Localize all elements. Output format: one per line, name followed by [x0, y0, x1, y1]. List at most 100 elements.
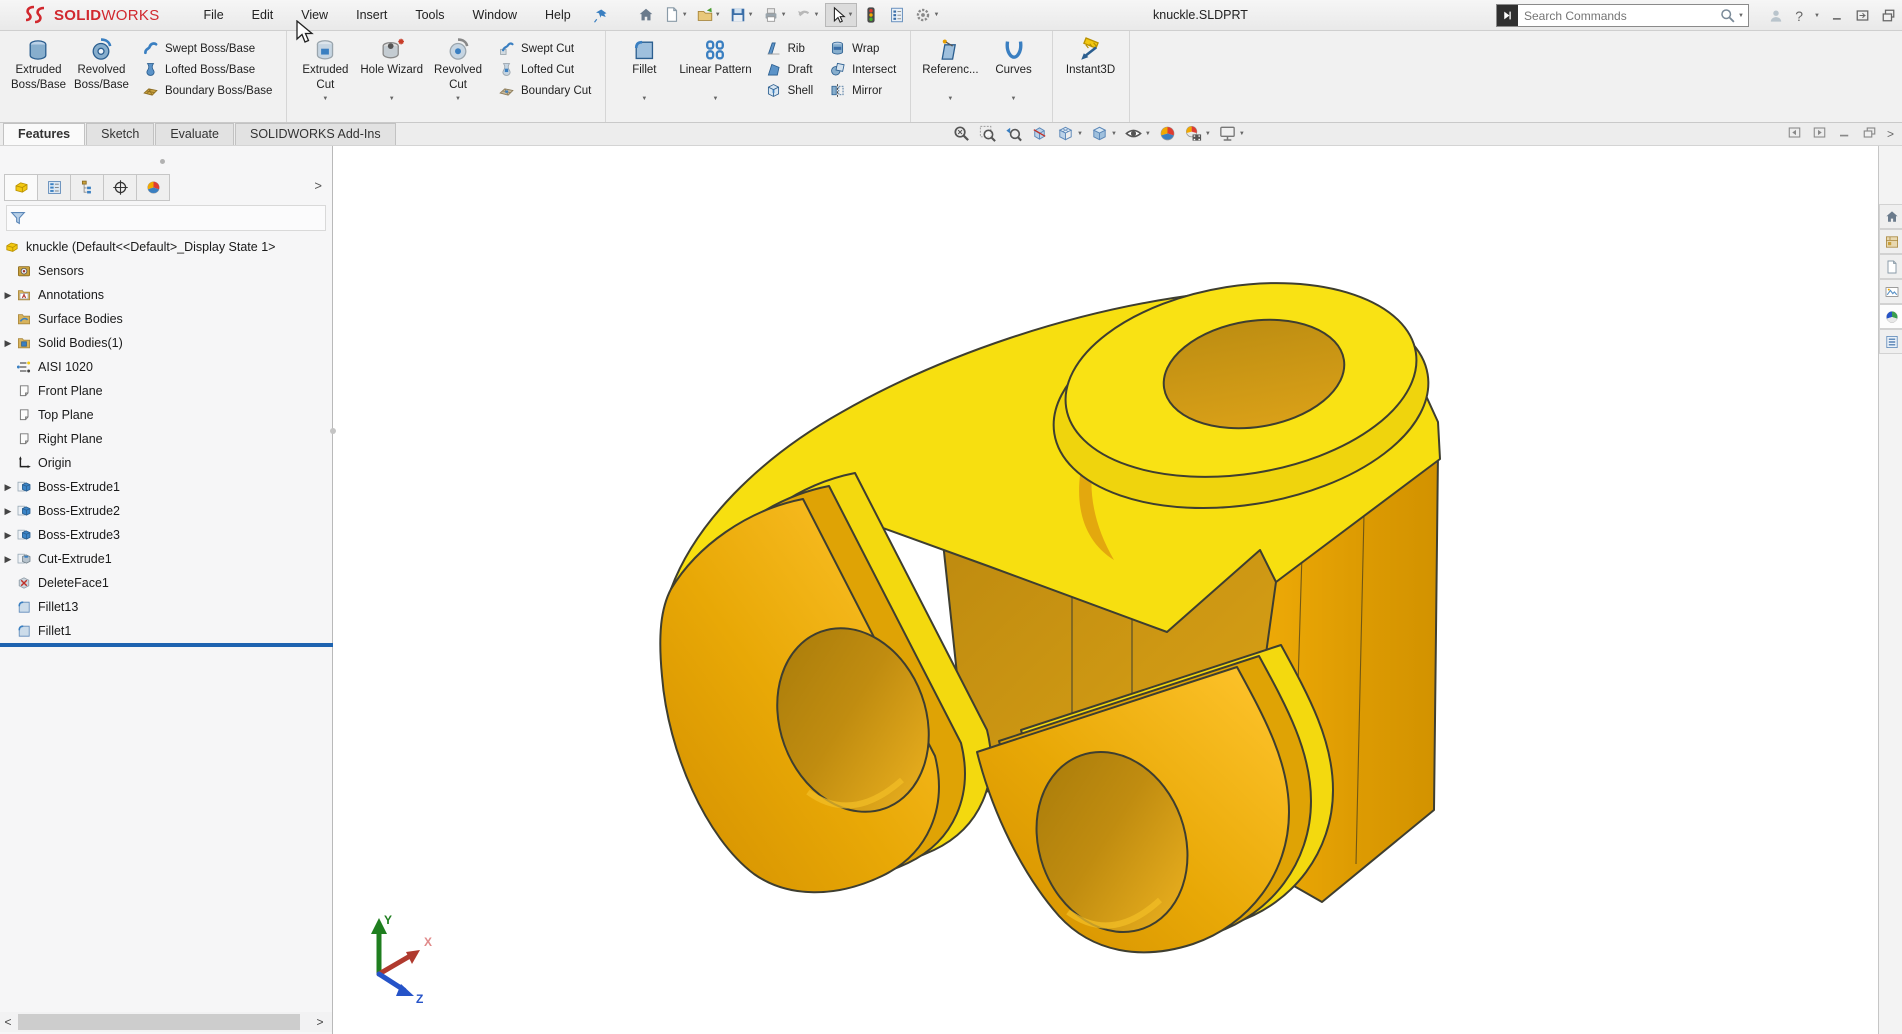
- tree-item-cut-extrude1[interactable]: ▶Cut-Extrude1: [0, 547, 332, 571]
- expand-arrow-icon[interactable]: ▶: [0, 338, 16, 349]
- tab-features[interactable]: Features: [3, 123, 85, 145]
- task-pane-file-explorer-button[interactable]: [1879, 254, 1902, 279]
- ribbon-lofted-cut-button[interactable]: Lofted Cut: [491, 59, 598, 80]
- fm-tab-display-manager[interactable]: [136, 174, 170, 201]
- tree-item-right-plane[interactable]: Right Plane: [0, 427, 332, 451]
- display-style-dropdown-icon[interactable]: ▼: [1111, 131, 1117, 137]
- ribbon-boundary-cut-button[interactable]: Boundary Cut: [491, 80, 598, 101]
- dropdown-icon[interactable]: ▼: [455, 96, 461, 102]
- section-view-button[interactable]: [1028, 124, 1051, 143]
- ribbon-wrap-button[interactable]: Wrap: [822, 38, 903, 59]
- filter-funnel-icon[interactable]: [9, 209, 27, 227]
- task-pane-home-button[interactable]: [1879, 204, 1902, 229]
- next-window-button[interactable]: >: [1887, 127, 1894, 141]
- ribbon-referenc-button[interactable]: Referenc... ▼: [918, 34, 982, 102]
- search-commands-input[interactable]: [1518, 9, 1719, 23]
- panel-horizontal-scrollbar[interactable]: < >: [0, 1012, 332, 1032]
- ribbon-draft-button[interactable]: Draft: [758, 59, 821, 80]
- zoom-to-area-button[interactable]: [976, 124, 999, 143]
- select-arrow-dropdown-icon[interactable]: ▼: [848, 12, 854, 18]
- collapse-left-button[interactable]: [1787, 125, 1802, 143]
- menu-file[interactable]: File: [190, 0, 238, 31]
- ribbon-curves-button[interactable]: Curves ▼: [983, 34, 1045, 102]
- expand-arrow-icon[interactable]: ▶: [0, 506, 16, 517]
- open-button[interactable]: ▼: [693, 4, 724, 26]
- new-document-dropdown-icon[interactable]: ▼: [682, 12, 688, 18]
- tree-item-top-plane[interactable]: Top Plane: [0, 403, 332, 427]
- tree-item-sensors[interactable]: Sensors: [0, 259, 332, 283]
- ribbon-hole-wizard-button[interactable]: Hole Wizard ▼: [356, 34, 427, 102]
- print-dropdown-icon[interactable]: ▼: [781, 12, 787, 18]
- expand-arrow-icon[interactable]: ▶: [0, 554, 16, 565]
- knuckle-3d-model[interactable]: [640, 252, 1460, 962]
- file-properties-button[interactable]: [885, 4, 909, 26]
- ribbon-mirror-button[interactable]: Mirror: [822, 80, 903, 101]
- search-dropdown-icon[interactable]: ▼: [1738, 13, 1744, 19]
- fm-tab-configuration-manager[interactable]: [70, 174, 104, 201]
- tree-item-boss-extrude1[interactable]: ▶Boss-Extrude1: [0, 475, 332, 499]
- restore-window-icon[interactable]: [1855, 8, 1870, 23]
- dropdown-icon[interactable]: ▼: [641, 96, 647, 102]
- windows-stack-icon[interactable]: [1881, 8, 1896, 23]
- ribbon-linear-pattern-button[interactable]: Linear Pattern ▼: [675, 34, 755, 102]
- fm-tab-design-tree[interactable]: [4, 174, 38, 201]
- dropdown-icon[interactable]: ▼: [1011, 96, 1017, 102]
- view-settings-button[interactable]: ▼: [1216, 124, 1247, 143]
- task-pane-appearances-button[interactable]: [1879, 304, 1902, 329]
- ribbon-extruded-boss-base-button[interactable]: ExtrudedBoss/Base: [7, 34, 70, 93]
- save-button[interactable]: ▼: [726, 4, 757, 26]
- tab-sketch[interactable]: Sketch: [86, 123, 154, 145]
- ribbon-swept-boss-base-button[interactable]: Swept Boss/Base: [135, 38, 279, 59]
- minimize-doc-button[interactable]: [1837, 125, 1852, 143]
- scroll-right-arrow[interactable]: >: [312, 1015, 328, 1029]
- expand-arrow-icon[interactable]: ▶: [0, 530, 16, 541]
- menu-tools[interactable]: Tools: [401, 0, 458, 31]
- panel-splitter-handle[interactable]: [160, 159, 165, 164]
- options-gear-button[interactable]: ▼: [911, 4, 942, 26]
- undo-button[interactable]: ▼: [792, 4, 823, 26]
- restore-doc-button[interactable]: [1862, 125, 1877, 143]
- save-dropdown-icon[interactable]: ▼: [748, 12, 754, 18]
- minimize-window-icon[interactable]: [1831, 9, 1844, 22]
- home-button[interactable]: [634, 4, 658, 26]
- zoom-to-fit-button[interactable]: [950, 124, 973, 143]
- tree-filter-row[interactable]: [6, 205, 326, 231]
- view-orientation-button[interactable]: ▼: [1054, 124, 1085, 143]
- menu-edit[interactable]: Edit: [238, 0, 288, 31]
- dropdown-icon[interactable]: ▼: [947, 96, 953, 102]
- menu-help[interactable]: Help: [531, 0, 585, 31]
- ribbon-revolved-boss-base-button[interactable]: RevolvedBoss/Base: [70, 34, 133, 93]
- help-button[interactable]: ?: [1795, 8, 1803, 24]
- ribbon-fillet-button[interactable]: Fillet ▼: [613, 34, 675, 102]
- scroll-left-arrow[interactable]: <: [0, 1015, 16, 1029]
- dropdown-icon[interactable]: ▼: [712, 96, 718, 102]
- apply-scene-button[interactable]: ▼: [1182, 124, 1213, 143]
- search-flyout-icon[interactable]: [1497, 5, 1518, 26]
- print-button[interactable]: ▼: [759, 4, 790, 26]
- dropdown-icon[interactable]: ▼: [322, 96, 328, 102]
- ribbon-boundary-boss-base-button[interactable]: Boundary Boss/Base: [135, 80, 279, 101]
- ribbon-swept-cut-button[interactable]: Swept Cut: [491, 38, 598, 59]
- tab-evaluate[interactable]: Evaluate: [155, 123, 234, 145]
- fm-tab-property-manager[interactable]: [37, 174, 71, 201]
- ribbon-instant3d-button[interactable]: Instant3D: [1060, 34, 1122, 93]
- dropdown-icon[interactable]: ▼: [389, 96, 395, 102]
- magnifier-icon[interactable]: [1719, 7, 1736, 24]
- task-pane-custom-properties-button[interactable]: [1879, 329, 1902, 354]
- collapse-right-button[interactable]: [1812, 125, 1827, 143]
- tree-root-item[interactable]: knuckle (Default<<Default>_Display State…: [0, 235, 332, 259]
- menu-insert[interactable]: Insert: [342, 0, 401, 31]
- expand-arrow-icon[interactable]: ▶: [0, 290, 16, 301]
- expand-arrow-icon[interactable]: ▶: [0, 482, 16, 493]
- scrollbar-thumb[interactable]: [18, 1014, 300, 1030]
- tree-item-fillet13[interactable]: Fillet13: [0, 595, 332, 619]
- rebuild-button[interactable]: [859, 4, 883, 26]
- ribbon-revolved-cut-button[interactable]: RevolvedCut▼: [427, 34, 489, 102]
- search-commands-box[interactable]: ▼: [1496, 4, 1749, 27]
- options-gear-dropdown-icon[interactable]: ▼: [933, 12, 939, 18]
- tree-item-aisi-1020[interactable]: AISI 1020: [0, 355, 332, 379]
- apply-scene-dropdown-icon[interactable]: ▼: [1205, 131, 1211, 137]
- select-arrow-button[interactable]: ▼: [825, 3, 858, 27]
- tree-item-annotations[interactable]: ▶Annotations: [0, 283, 332, 307]
- tree-item-boss-extrude3[interactable]: ▶Boss-Extrude3: [0, 523, 332, 547]
